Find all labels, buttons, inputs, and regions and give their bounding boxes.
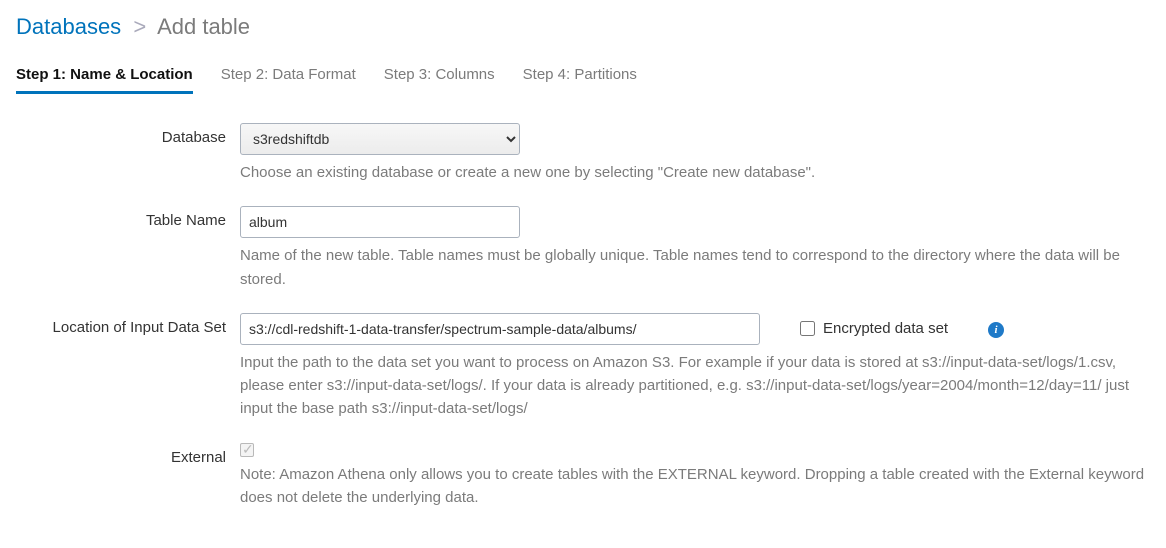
label-external: External	[16, 443, 240, 466]
database-select[interactable]: s3redshiftdb	[240, 123, 520, 155]
tab-step4[interactable]: Step 4: Partitions	[523, 66, 637, 94]
table-name-input[interactable]	[240, 206, 520, 238]
tab-step3[interactable]: Step 3: Columns	[384, 66, 495, 94]
hint-external: Note: Amazon Athena only allows you to c…	[240, 463, 1150, 510]
external-checkbox-wrap	[240, 443, 1150, 457]
external-checkbox	[240, 443, 254, 457]
label-location: Location of Input Data Set	[16, 313, 240, 336]
breadcrumb: Databases > Add table	[16, 14, 1150, 40]
chevron-right-icon: >	[133, 14, 146, 39]
hint-table-name: Name of the new table. Table names must …	[240, 244, 1150, 291]
encrypted-checkbox[interactable]	[800, 321, 815, 336]
label-database: Database	[16, 123, 240, 146]
location-input[interactable]	[240, 313, 760, 345]
hint-location: Input the path to the data set you want …	[240, 351, 1150, 421]
encrypted-label: Encrypted data set	[823, 320, 948, 337]
encrypted-checkbox-wrap[interactable]: Encrypted data set	[800, 320, 948, 337]
hint-database: Choose an existing database or create a …	[240, 161, 1150, 184]
label-table-name: Table Name	[16, 206, 240, 229]
breadcrumb-root-link[interactable]: Databases	[16, 14, 121, 39]
info-icon[interactable]: i	[988, 322, 1004, 338]
tab-step1[interactable]: Step 1: Name & Location	[16, 66, 193, 94]
breadcrumb-current: Add table	[157, 14, 250, 39]
wizard-tabs: Step 1: Name & Location Step 2: Data For…	[16, 66, 1150, 95]
tab-step2[interactable]: Step 2: Data Format	[221, 66, 356, 94]
